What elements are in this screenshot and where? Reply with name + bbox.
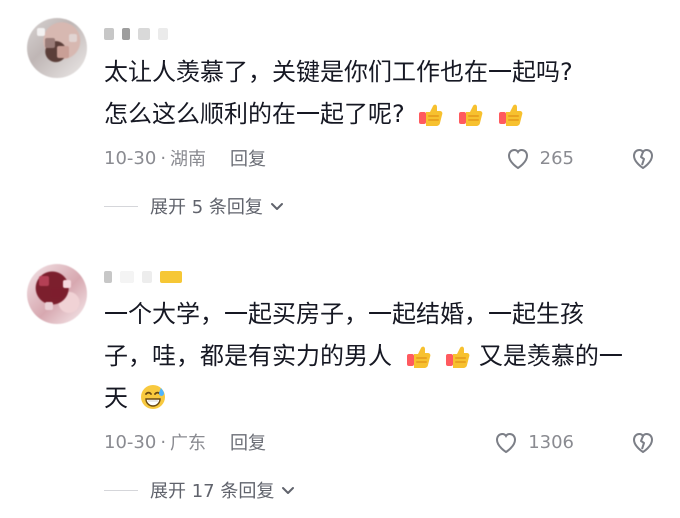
expand-replies-label: 展开 17 条回复	[150, 481, 275, 502]
username-mask-block	[104, 271, 112, 283]
avatar-pixel	[37, 28, 45, 36]
comment-line-text: 怎么这么顺利的在一起了呢?	[104, 100, 405, 128]
grinning-sweat-emoji-icon	[140, 385, 165, 409]
comment-date: 10-30	[104, 431, 157, 453]
username-mask-block	[120, 271, 134, 283]
comment-text: 一个大学，一起买房子，一起结婚，一起生孩 子，哇，都是有实力的男人 又是羡慕的一…	[104, 293, 664, 419]
comment-location: 湖南	[170, 149, 207, 170]
avatar-pixel	[63, 280, 71, 288]
avatar-pixel	[57, 46, 69, 58]
username-masked[interactable]	[104, 265, 182, 289]
like-button[interactable]: 1306	[492, 425, 574, 459]
meta-separator: ·	[160, 431, 167, 453]
expand-divider	[104, 205, 138, 207]
avatar-pixel	[69, 34, 77, 42]
comment-meta: 10-30 · 广东 回复 1306	[104, 425, 660, 459]
username-mask-block	[158, 28, 168, 40]
avatar[interactable]	[27, 18, 87, 78]
heart-icon	[496, 432, 517, 454]
like-count: 265	[539, 147, 574, 169]
reply-button[interactable]: 回复	[230, 145, 266, 171]
thumbs-up-emoji-icon	[459, 104, 483, 126]
heart-icon	[507, 148, 528, 170]
expand-replies-label: 展开 5 条回复	[150, 197, 263, 218]
thumbs-up-emoji-icon	[419, 104, 443, 126]
username-mask-block	[142, 271, 152, 283]
expand-divider	[104, 489, 138, 491]
comment-line-text: 子，哇，都是有实力的男人	[104, 342, 392, 370]
comment-meta: 10-30 · 湖南 回复 265	[104, 141, 660, 175]
thumbs-up-emoji-icon	[446, 346, 470, 368]
avatar-pixel	[39, 276, 49, 286]
username-masked[interactable]	[104, 22, 168, 46]
like-button[interactable]: 265	[504, 141, 574, 175]
thumbs-up-emoji-icon	[498, 104, 523, 126]
username-mask-block	[122, 28, 130, 40]
comment-line-1: 太让人羡慕了，关键是你们工作也在一起吗?	[104, 58, 573, 86]
avatar-pixel	[45, 302, 53, 310]
username-mask-block	[104, 28, 114, 40]
broken-heart-icon	[632, 148, 654, 170]
broken-heart-icon	[632, 432, 654, 454]
comment-line-2: 怎么这么顺利的在一起了呢?	[104, 93, 664, 135]
username-mask-block	[138, 28, 150, 40]
comment-location: 广东	[170, 433, 207, 454]
like-count: 1306	[528, 431, 574, 453]
comment-text: 太让人羡慕了，关键是你们工作也在一起吗? 怎么这么顺利的在一起了呢?	[104, 51, 664, 135]
comment-item: 一个大学，一起买房子，一起结婚，一起生孩 子，哇，都是有实力的男人 又是羡慕的一…	[0, 255, 680, 518]
comment-date: 10-30	[104, 147, 157, 169]
avatar[interactable]	[27, 264, 87, 324]
thumbs-up-emoji-icon	[406, 346, 431, 368]
dislike-button[interactable]	[626, 425, 660, 459]
comment-item: 太让人羡慕了，关键是你们工作也在一起吗? 怎么这么顺利的在一起了呢? 10-30…	[0, 0, 680, 250]
reply-button[interactable]: 回复	[230, 429, 266, 455]
dislike-button[interactable]	[626, 141, 660, 175]
expand-replies-button[interactable]: 展开 17 条回复	[104, 473, 296, 507]
comment-line-2: 子，哇，都是有实力的男人 又是羡慕的一	[104, 335, 664, 377]
chevron-down-icon	[270, 203, 283, 210]
chevron-down-icon	[282, 487, 295, 494]
comment-line-text: 天	[104, 384, 128, 412]
avatar-pixel	[45, 38, 55, 48]
username-mask-block	[160, 271, 182, 283]
comment-line-tail: 又是羡慕的一	[478, 342, 623, 370]
comment-line-1: 一个大学，一起买房子，一起结婚，一起生孩	[104, 300, 584, 328]
comment-line-3: 天	[104, 377, 664, 419]
meta-separator: ·	[160, 147, 167, 169]
expand-replies-button[interactable]: 展开 5 条回复	[104, 189, 285, 223]
avatar-pixel	[51, 288, 61, 298]
